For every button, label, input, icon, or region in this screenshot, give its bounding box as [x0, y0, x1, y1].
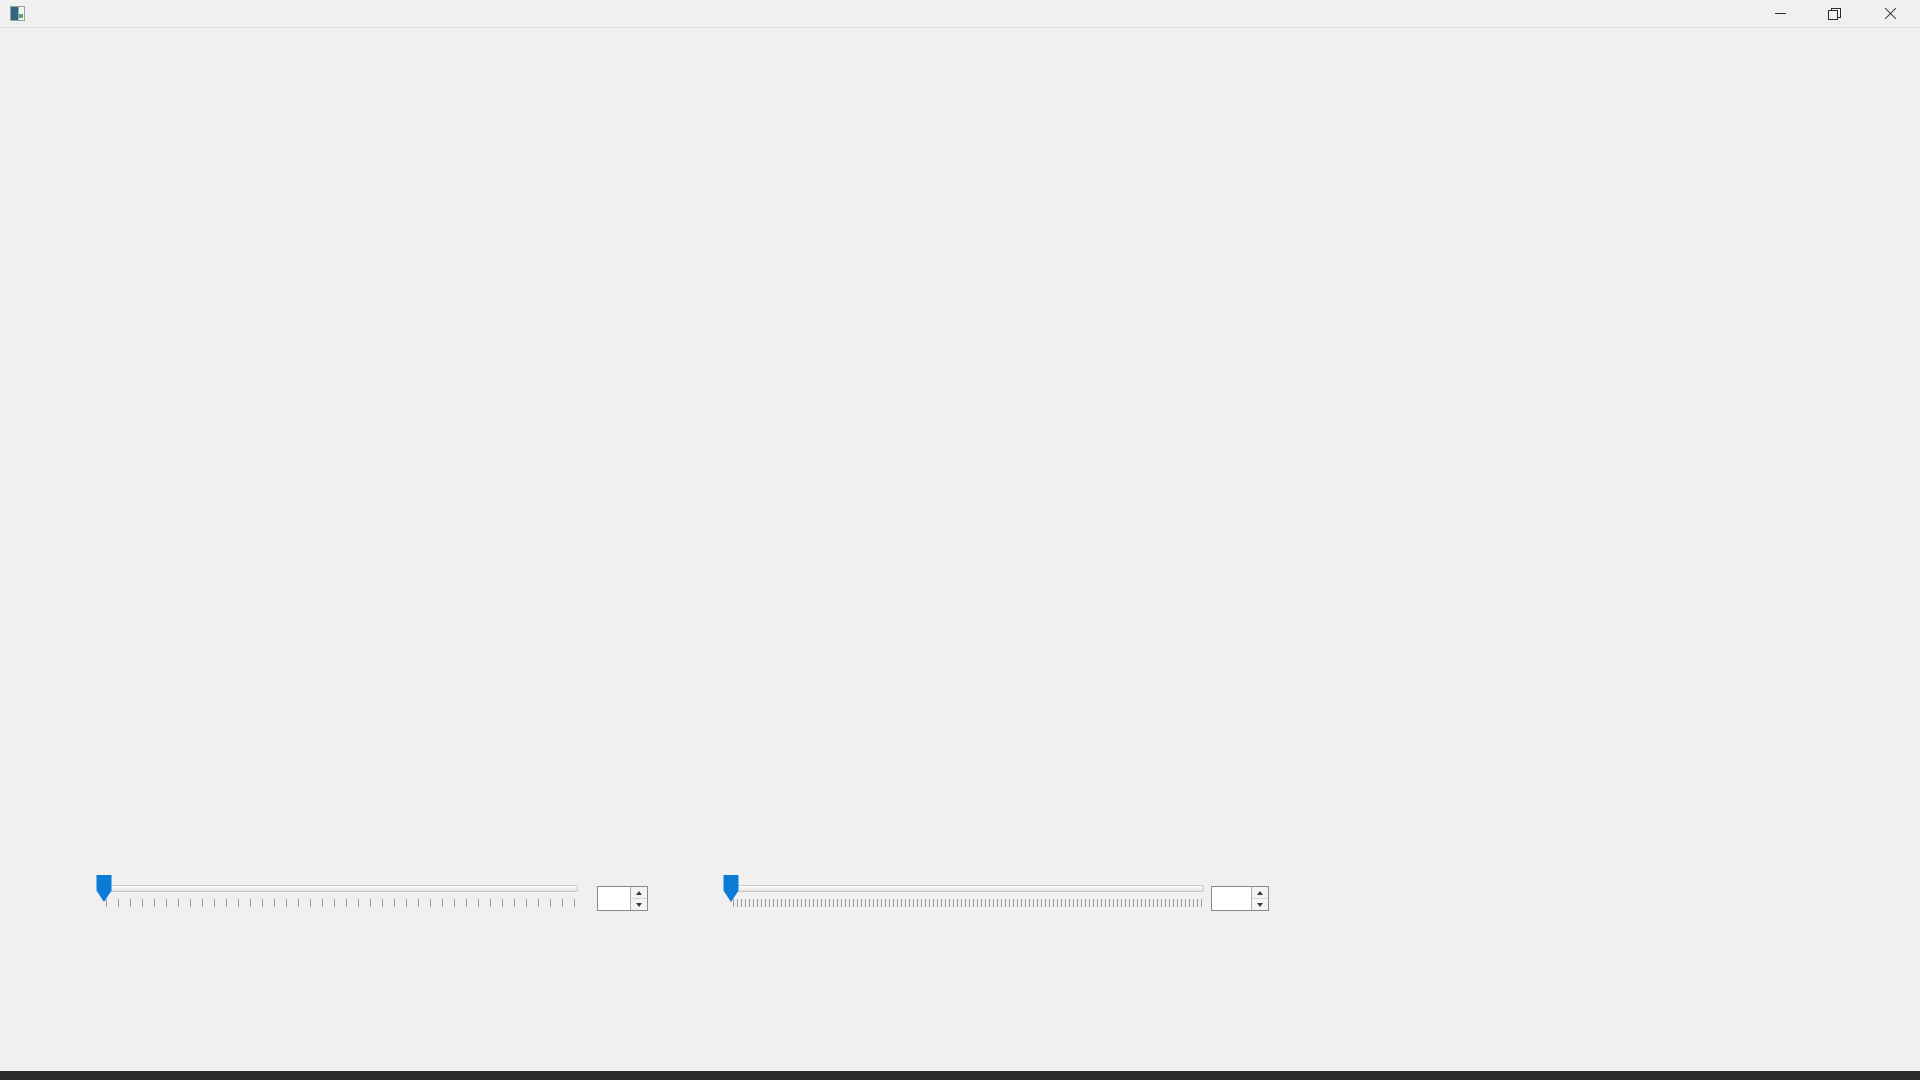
up-arrow-icon — [636, 890, 642, 895]
rf-gain-slider[interactable] — [96, 874, 578, 908]
rf-gain-slider-groove[interactable] — [104, 885, 578, 892]
af-gain-spin-down[interactable] — [1252, 899, 1268, 910]
rf-gain-value[interactable] — [598, 887, 630, 910]
up-arrow-icon — [1257, 890, 1263, 895]
bottom-edge-strip — [0, 1071, 1920, 1080]
app-window — [0, 0, 1920, 1080]
rf-gain-slider-ticks — [106, 899, 576, 907]
af-gain-slider-ticks — [733, 899, 1202, 907]
rf-gain-spinbox[interactable] — [597, 886, 648, 911]
af-gain-slider-groove[interactable] — [731, 885, 1204, 892]
af-gain-spin-up[interactable] — [1252, 887, 1268, 899]
af-gain-slider[interactable] — [723, 874, 1204, 908]
down-arrow-icon — [636, 902, 642, 907]
af-gain-value[interactable] — [1212, 887, 1251, 910]
af-gain-spinbox[interactable] — [1211, 886, 1269, 911]
charts-canvas — [0, 0, 1920, 1080]
rf-gain-spin-up[interactable] — [631, 887, 647, 899]
down-arrow-icon — [1257, 902, 1263, 907]
rf-gain-spin-down[interactable] — [631, 899, 647, 910]
